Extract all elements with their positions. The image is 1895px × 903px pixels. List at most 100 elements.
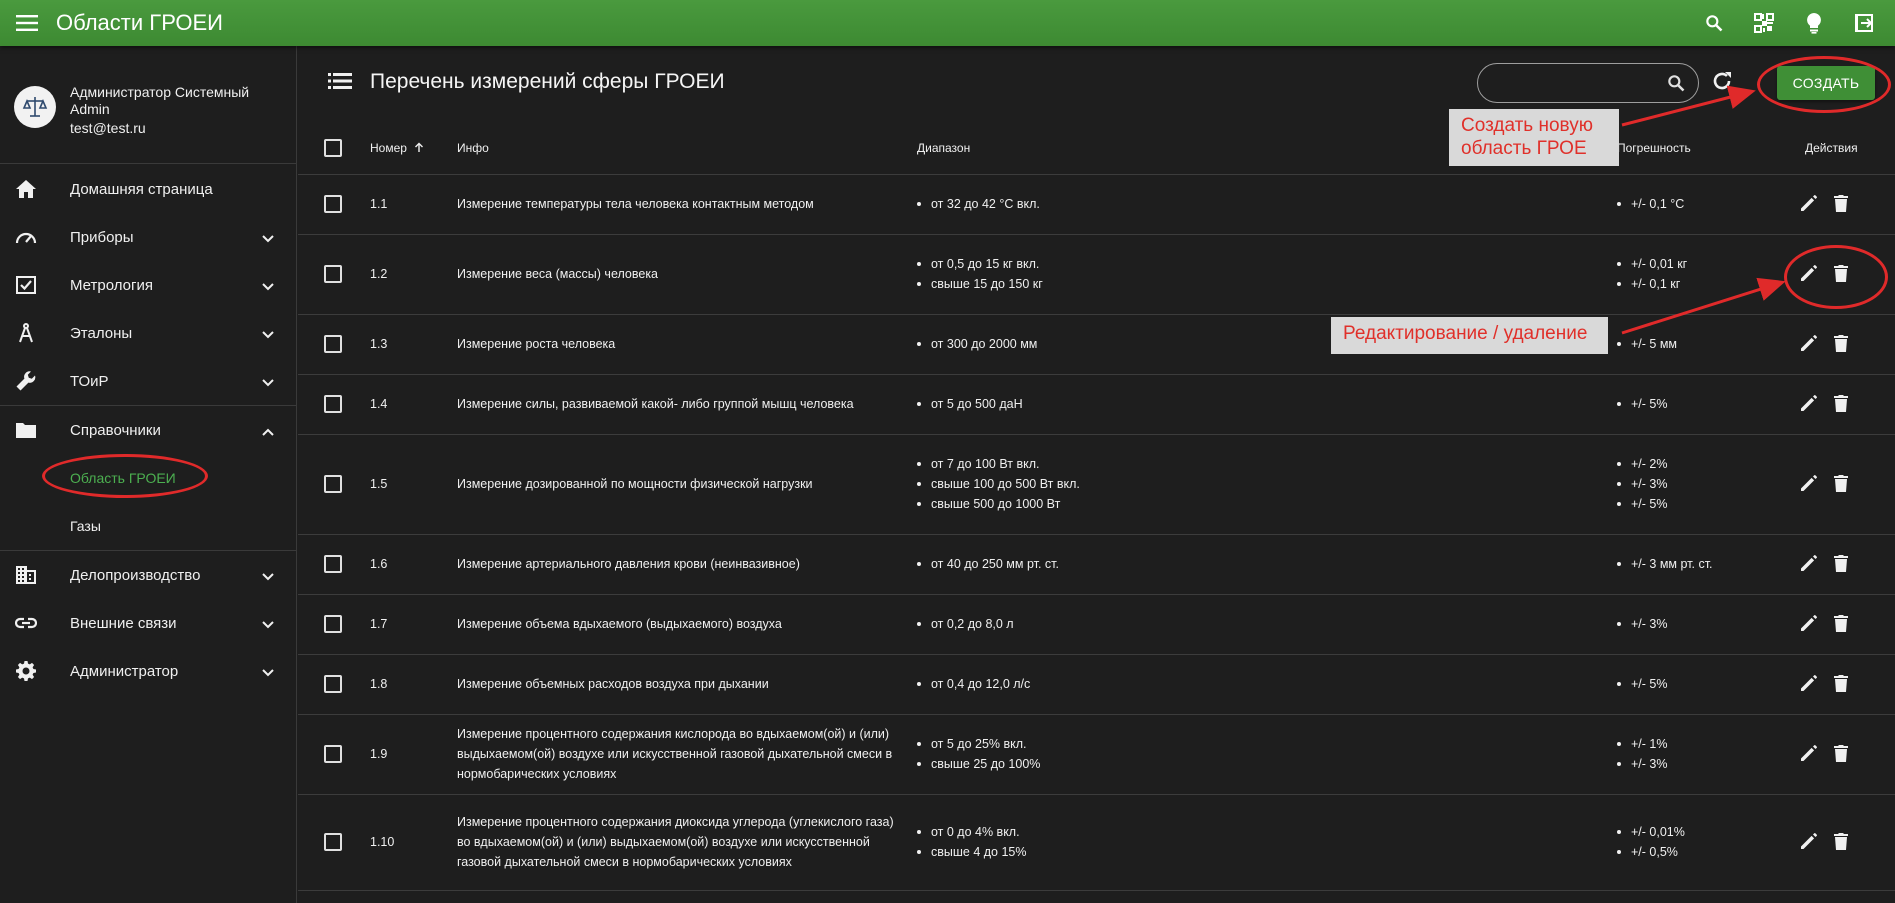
sidebar-item-label: Домашняя страница (70, 180, 213, 198)
row-checkbox[interactable] (324, 475, 342, 493)
logout-icon[interactable] (1845, 4, 1883, 42)
sidebar-item-label: Метрология (70, 276, 153, 294)
refresh-icon[interactable] (1711, 70, 1733, 97)
sidebar-item-etalons[interactable]: Эталоны (0, 309, 296, 357)
row-checkbox[interactable] (324, 833, 342, 851)
sidebar-item-home[interactable]: Домашняя страница (0, 165, 296, 213)
cell-number: 1.8 (370, 654, 457, 715)
delete-icon[interactable] (1833, 831, 1849, 854)
range-list: от 0,5 до 15 кг вкл. свыше 15 до 150 кг (917, 254, 1617, 294)
edit-icon[interactable] (1799, 743, 1819, 766)
error-value: +/- 5% (1617, 674, 1781, 694)
sidebar-item-handbooks[interactable]: Справочники (0, 406, 296, 454)
edit-icon[interactable] (1799, 613, 1819, 636)
edit-icon[interactable] (1799, 673, 1819, 696)
table-row[interactable]: 1.1 Измерение температуры тела человека к… (298, 174, 1895, 235)
cell-info: Измерение веса (массы) человека (457, 234, 917, 315)
edit-icon[interactable] (1799, 333, 1819, 356)
table-row[interactable]: 1.6 Измерение артериального давления кров… (298, 534, 1895, 595)
row-checkbox[interactable] (324, 615, 342, 633)
table-row[interactable]: 1.7 Измерение объема вдыхаемого (выдыхаем… (298, 594, 1895, 655)
cell-info: Измерение температуры тела человека конт… (457, 174, 917, 235)
avatar (14, 86, 56, 128)
gear-icon (0, 661, 52, 681)
range-value: свыше 25 до 100% (917, 754, 1617, 774)
row-checkbox[interactable] (324, 395, 342, 413)
lightbulb-icon[interactable] (1795, 4, 1833, 42)
table-row[interactable]: 1.4 Измерение силы, развиваемой какой- ли… (298, 374, 1895, 435)
chevron-down-icon (262, 616, 274, 633)
error-value: +/- 2% (1617, 454, 1781, 474)
edit-icon[interactable] (1799, 193, 1819, 216)
delete-icon[interactable] (1833, 613, 1849, 636)
search-icon[interactable] (1695, 4, 1733, 42)
search-input[interactable] (1492, 72, 1652, 94)
sidebar-subitem-gases[interactable]: Газы (0, 502, 296, 550)
table-row[interactable]: 1.9 Измерение процентного содержания кисл… (298, 714, 1895, 795)
cell-info: Измерение дозированной по мощности физич… (457, 434, 917, 535)
error-value: +/- 1% (1617, 734, 1781, 754)
table-row[interactable]: 1.8 Измерение объемных расходов воздуха п… (298, 654, 1895, 715)
error-value: +/- 0,5% (1617, 842, 1781, 862)
range-list: от 40 до 250 мм рт. ст. (917, 554, 1617, 574)
delete-icon[interactable] (1833, 673, 1849, 696)
row-checkbox[interactable] (324, 675, 342, 693)
link-icon (0, 617, 52, 629)
delete-icon[interactable] (1833, 193, 1849, 216)
edit-icon[interactable] (1799, 831, 1819, 854)
error-list: +/- 5 мм (1617, 334, 1781, 354)
range-value: от 32 до 42 °С вкл. (917, 194, 1617, 214)
column-header-error[interactable]: Погрешность (1617, 122, 1781, 175)
row-checkbox[interactable] (324, 265, 342, 283)
sidebar-item-metrology[interactable]: Метрология (0, 261, 296, 309)
select-all-checkbox[interactable] (324, 138, 342, 157)
list-icon (328, 72, 352, 95)
error-value: +/- 5 мм (1617, 334, 1781, 354)
check-box-icon (0, 276, 52, 294)
annotation-ring-create (1757, 56, 1891, 113)
compass-icon (0, 323, 52, 343)
range-value: от 0,2 до 8,0 л (917, 614, 1617, 634)
qr-code-icon[interactable] (1745, 4, 1783, 42)
delete-icon[interactable] (1833, 743, 1849, 766)
search-icon[interactable] (1666, 73, 1686, 98)
app-bar: Области ГРОЕИ (0, 0, 1895, 46)
sidebar-item-records[interactable]: Делопроизводство (0, 551, 296, 599)
range-list: от 5 до 25% вкл. свыше 25 до 100% (917, 734, 1617, 774)
menu-icon[interactable] (0, 0, 54, 46)
error-value: +/- 3% (1617, 614, 1781, 634)
sidebar-item-external[interactable]: Внешние связи (0, 599, 296, 647)
table-row[interactable]: 1.2 Измерение веса (массы) человека от 0,5… (298, 234, 1895, 315)
edit-icon[interactable] (1799, 553, 1819, 576)
sidebar-item-admin[interactable]: Администратор (0, 647, 296, 695)
cell-info: Измерение объемных расходов воздуха при … (457, 654, 917, 715)
sidebar-item-toir[interactable]: ТОиР (0, 357, 296, 405)
cell-number: 1.9 (370, 714, 457, 795)
annotation-ring-sidebar (42, 454, 208, 498)
table-row[interactable]: 1.10 Измерение процентного содержания дио… (298, 794, 1895, 891)
row-checkbox[interactable] (324, 745, 342, 763)
chevron-down-icon (262, 374, 274, 391)
sidebar-item-devices[interactable]: Приборы (0, 213, 296, 261)
delete-icon[interactable] (1833, 393, 1849, 416)
range-value: от 5 до 500 даН (917, 394, 1617, 414)
column-header-number[interactable]: Номер (370, 122, 457, 175)
cell-number: 1.2 (370, 234, 457, 315)
edit-icon[interactable] (1799, 473, 1819, 496)
row-checkbox[interactable] (324, 335, 342, 353)
column-header-actions: Действия (1781, 122, 1895, 175)
delete-icon[interactable] (1833, 553, 1849, 576)
delete-icon[interactable] (1833, 473, 1849, 496)
edit-icon[interactable] (1799, 393, 1819, 416)
building-icon (0, 565, 52, 585)
row-checkbox[interactable] (324, 555, 342, 573)
error-value: +/- 3% (1617, 474, 1781, 494)
column-header-info[interactable]: Инфо (457, 122, 917, 175)
table-row[interactable]: 1.5 Измерение дозированной по мощности фи… (298, 434, 1895, 535)
delete-icon[interactable] (1833, 333, 1849, 356)
table-row[interactable]: 1.3 Измерение роста человека от 300 до 200… (298, 314, 1895, 375)
cell-info: Измерение артериального давления крови (… (457, 534, 917, 595)
search-field[interactable] (1477, 63, 1699, 103)
row-checkbox[interactable] (324, 195, 342, 213)
range-value: от 5 до 25% вкл. (917, 734, 1617, 754)
